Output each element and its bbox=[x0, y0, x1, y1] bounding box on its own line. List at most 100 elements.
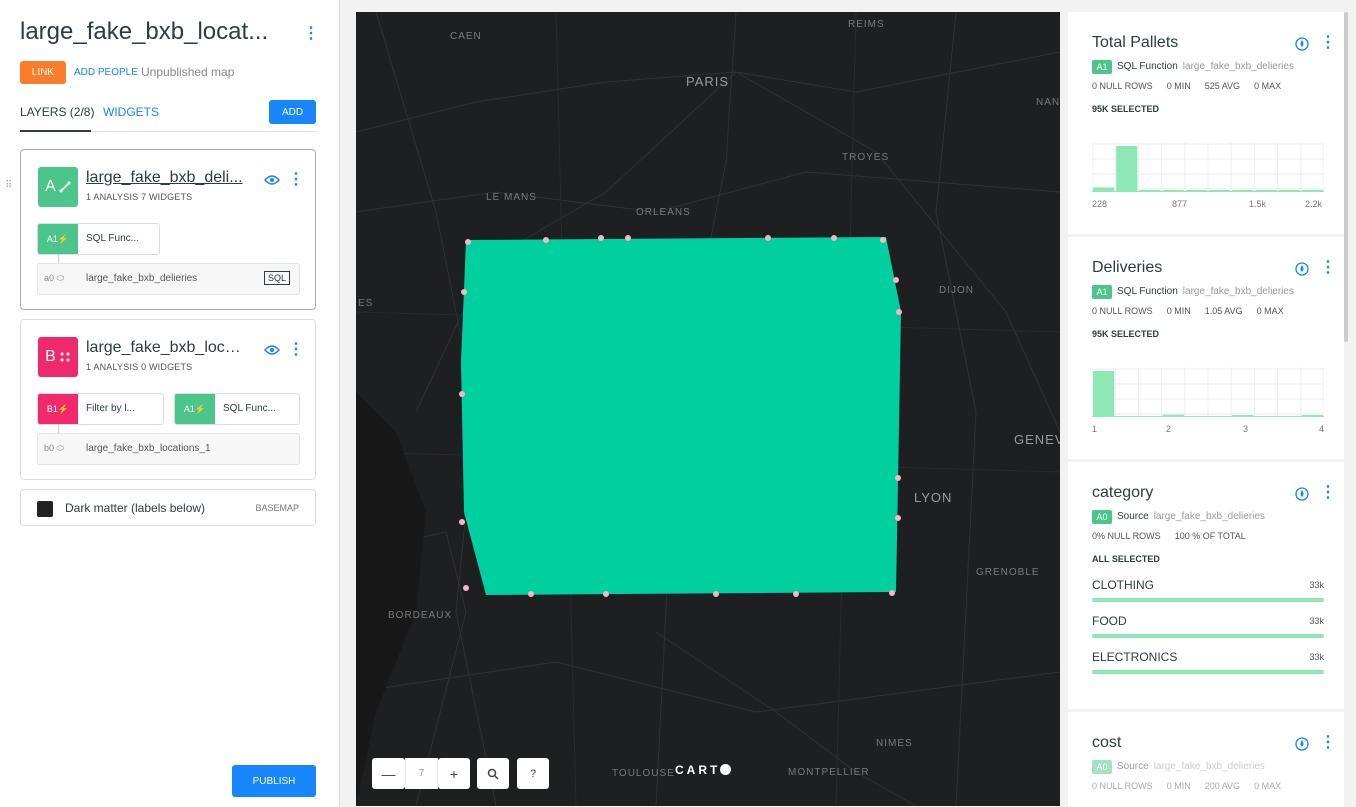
basemap-item[interactable]: Dark matter (labels below) BASEMAP bbox=[20, 489, 316, 526]
axis-tick: 2.2k bbox=[1305, 199, 1323, 209]
widget-count: 7 WIDGETS bbox=[141, 192, 193, 202]
widget-count: 0 WIDGETS bbox=[141, 362, 193, 372]
widget-options-icon[interactable]: ⋮ bbox=[1320, 260, 1336, 276]
layer-meta: 1 ANALYSIS 7 WIDGETS bbox=[86, 192, 192, 202]
help-button[interactable]: ? bbox=[517, 758, 549, 789]
source-fn: SQL Function bbox=[1117, 286, 1178, 297]
widget-deliveries[interactable]: Deliveries ⋮ A1 SQL Function large_fake_bx… bbox=[1068, 237, 1344, 459]
category-name: FOOD bbox=[1092, 614, 1127, 628]
source-node[interactable]: a0 ⬭ large_fake_bxb_delieries SQL bbox=[37, 263, 300, 295]
map-canvas[interactable]: CAEN REIMS PARIS TROYES LE MANS ORLEANS … bbox=[356, 12, 1060, 806]
publish-status: Unpublished map bbox=[141, 65, 235, 79]
add-people-link[interactable]: ADD PEOPLE bbox=[74, 67, 138, 78]
layer-name[interactable]: large_fake_bxb_deli... bbox=[86, 169, 246, 187]
category-bar bbox=[1092, 598, 1324, 602]
stat: 0 MAX bbox=[1254, 81, 1282, 91]
axis-tick: 1 bbox=[1092, 424, 1098, 434]
source-id-text: b0 bbox=[44, 443, 55, 453]
carto-logo: CART bbox=[675, 763, 732, 777]
source-dataset: large_fake_bxb_delieries bbox=[1153, 511, 1265, 522]
widget-options-icon[interactable]: ⋮ bbox=[1320, 35, 1336, 51]
widget-cost[interactable]: cost ⋮ A0 Source large_fake_bxb_delieries … bbox=[1068, 712, 1344, 807]
widgets-panel: Total Pallets ⋮ A1 SQL Function large_fake… bbox=[1068, 12, 1344, 807]
tab-widgets[interactable]: WIDGETS bbox=[103, 105, 159, 119]
layer-options-icon[interactable]: ⋮ bbox=[288, 172, 304, 188]
layer-badge-b: B bbox=[38, 337, 78, 377]
link-button[interactable]: LINK bbox=[20, 61, 66, 84]
widgets-scrollbar[interactable] bbox=[1344, 12, 1348, 342]
widget-total-pallets[interactable]: Total Pallets ⋮ A1 SQL Function large_fake… bbox=[1068, 12, 1344, 234]
widget-title: category bbox=[1092, 484, 1154, 501]
analysis-node[interactable]: A1 ⚡ SQL Func... bbox=[174, 393, 300, 425]
source-id: a0 ⬭ bbox=[44, 273, 65, 283]
analysis-node[interactable]: A1 ⚡ SQL Func... bbox=[37, 223, 160, 255]
map-title[interactable]: large_fake_bxb_locat... bbox=[20, 18, 285, 46]
layer-options-icon[interactable]: ⋮ bbox=[288, 342, 304, 358]
histogram-bar[interactable] bbox=[1093, 371, 1115, 417]
city-label: TROYES bbox=[842, 152, 890, 163]
city-label: PARIS bbox=[686, 74, 730, 89]
node-id: A1 bbox=[46, 234, 58, 244]
histogram[interactable] bbox=[1092, 142, 1324, 192]
widget-stats: 0 NULL ROWS 0 MIN 525 AVG 0 MAX bbox=[1092, 81, 1281, 91]
node-tag: B1 ⚡ bbox=[38, 394, 78, 424]
layer-card-b[interactable]: B large_fake_bxb_loca... 1 ANALYSIS 0 WI… bbox=[20, 319, 316, 480]
color-drop-icon[interactable] bbox=[1295, 37, 1309, 51]
node-tag: A1 ⚡ bbox=[38, 224, 78, 254]
stat: 0 MIN bbox=[1166, 306, 1191, 316]
city-label: LE MANS bbox=[486, 192, 537, 203]
city-label: GRENOBLE bbox=[976, 567, 1040, 578]
node-label: SQL Func... bbox=[86, 233, 139, 244]
source-tag: A1 bbox=[1092, 59, 1112, 74]
analysis-node[interactable]: B1 ⚡ Filter by l... bbox=[37, 393, 164, 425]
color-drop-icon[interactable] bbox=[1295, 262, 1309, 276]
stat: 0 NULL ROWS bbox=[1092, 781, 1153, 791]
city-label: REIMS bbox=[848, 19, 885, 30]
stat: 0 NULL ROWS bbox=[1092, 306, 1153, 316]
widget-stats: 0 NULL ROWS 0 MIN 200 AVG 0 MAX bbox=[1092, 781, 1281, 791]
stat: 100 % OF TOTAL bbox=[1174, 531, 1246, 541]
stat: 0 MIN bbox=[1166, 81, 1191, 91]
zoom-in-button[interactable]: + bbox=[438, 758, 470, 789]
city-label: NAN bbox=[1036, 97, 1060, 108]
source-fn: SQL Function bbox=[1117, 61, 1178, 72]
publish-button[interactable]: PUBLISH bbox=[232, 765, 316, 797]
layer-name[interactable]: large_fake_bxb_loca... bbox=[86, 339, 246, 357]
source-tag: A0 bbox=[1092, 759, 1112, 774]
stat: 0 NULL ROWS bbox=[1092, 81, 1153, 91]
visibility-eye-icon[interactable] bbox=[264, 344, 280, 356]
widget-options-icon[interactable]: ⋮ bbox=[1320, 735, 1336, 751]
node-id: A1 bbox=[183, 404, 195, 414]
app-root: large_fake_bxb_locat... ⋮ LINK ADD PEOPL… bbox=[0, 0, 1356, 807]
axis-tick: 2 bbox=[1166, 424, 1172, 434]
widget-source: A1 SQL Function large_fake_bxb_delieries bbox=[1092, 284, 1294, 299]
search-button[interactable] bbox=[477, 758, 509, 789]
source-label: large_fake_bxb_delieries bbox=[86, 273, 198, 284]
widget-category[interactable]: category ⋮ A0 Source large_fake_bxb_delier… bbox=[1068, 462, 1344, 709]
stat: 0 MAX bbox=[1254, 781, 1282, 791]
color-drop-icon[interactable] bbox=[1295, 487, 1309, 501]
zoom-out-button[interactable]: — bbox=[372, 758, 405, 789]
tab-layers[interactable]: LAYERS (2/8) bbox=[20, 105, 94, 119]
drag-handle-icon[interactable]: ⠿ bbox=[5, 180, 12, 191]
histogram[interactable] bbox=[1092, 367, 1324, 417]
widget-source: A0 Source large_fake_bxb_delieries bbox=[1092, 759, 1265, 774]
visibility-eye-icon[interactable] bbox=[264, 174, 280, 186]
search-icon bbox=[487, 768, 499, 780]
source-node[interactable]: b0 ⬭ large_fake_bxb_locations_1 bbox=[37, 433, 300, 465]
axis-tick: 3 bbox=[1243, 424, 1249, 434]
zoom-level: 7 bbox=[405, 758, 438, 789]
histogram-bar[interactable] bbox=[1116, 146, 1138, 192]
color-drop-icon[interactable] bbox=[1295, 737, 1309, 751]
widget-options-icon[interactable]: ⋮ bbox=[1320, 485, 1336, 501]
axis-tick: 4 bbox=[1319, 424, 1325, 434]
point-geometry-icon bbox=[60, 352, 70, 362]
node-label: Filter by l... bbox=[86, 403, 135, 414]
category-value: 33k bbox=[1309, 580, 1324, 590]
sql-tag[interactable]: SQL bbox=[263, 271, 290, 285]
add-layer-button[interactable]: ADD bbox=[269, 100, 316, 124]
widget-stats: 0% NULL ROWS 100 % OF TOTAL bbox=[1092, 531, 1246, 541]
layer-card-a[interactable]: A large_fake_bxb_deli... 1 ANALYSIS 7 WI… bbox=[20, 149, 316, 310]
map-options-icon[interactable]: ⋮ bbox=[303, 26, 319, 42]
axis-tick: 1.5k bbox=[1249, 199, 1267, 209]
